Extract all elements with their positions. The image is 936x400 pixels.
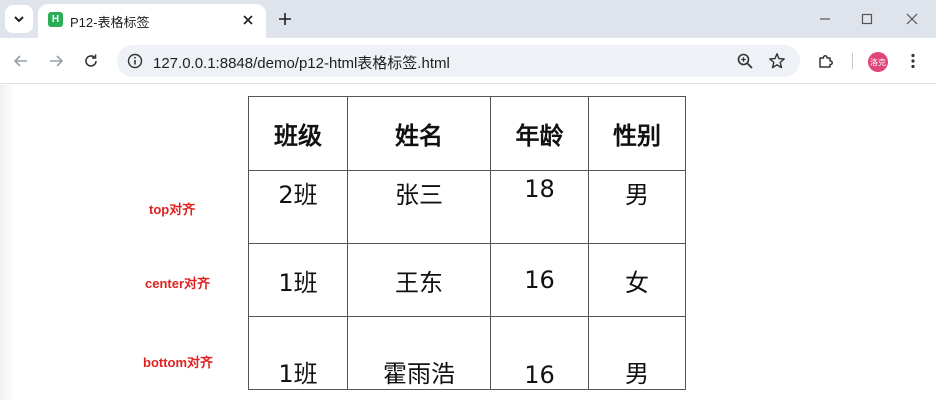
table-row: 2班 张三 18 男 — [248, 170, 686, 244]
table-row: 1班 霍雨浩 16 男 — [248, 316, 686, 390]
cell-class: 1班 — [248, 316, 348, 390]
active-tab[interactable]: H P12-表格标签 — [38, 4, 266, 38]
profile-avatar[interactable]: 洛克 — [868, 52, 888, 72]
tab-close-button[interactable] — [240, 12, 256, 28]
note-center-align: center对齐 — [145, 276, 211, 291]
browser-toolbar: 127.0.0.1:8848/demo/p12-html表格标签.html 洛克 — [0, 38, 936, 84]
minimize-icon — [820, 18, 830, 20]
cell-class: 2班 — [248, 170, 348, 244]
zoom-icon[interactable] — [736, 52, 754, 70]
hbuilder-favicon-icon: H — [48, 12, 63, 27]
note-bottom-align: bottom对齐 — [143, 355, 214, 370]
table-header-row: 班级 姓名 年龄 性别 — [248, 96, 686, 171]
cell-age: 16 — [490, 243, 589, 317]
extensions-button[interactable] — [816, 51, 836, 71]
cell-gender: 女 — [588, 243, 686, 317]
arrow-left-icon — [13, 55, 27, 67]
tab-strip: H P12-表格标签 — [0, 0, 936, 38]
window-close-button[interactable] — [902, 9, 922, 29]
bookmark-star-icon[interactable] — [768, 52, 786, 70]
forward-button[interactable] — [46, 51, 66, 71]
more-vertical-icon — [911, 53, 915, 69]
site-info-icon[interactable] — [127, 53, 143, 69]
cell-gender: 男 — [588, 170, 686, 244]
toolbar-divider — [852, 53, 853, 69]
tab-search-button[interactable] — [5, 5, 33, 33]
maximize-button[interactable] — [857, 9, 877, 29]
cell-name: 张三 — [347, 170, 491, 244]
chevron-down-icon — [14, 16, 24, 23]
address-bar[interactable]: 127.0.0.1:8848/demo/p12-html表格标签.html — [117, 45, 800, 77]
plus-icon — [279, 13, 291, 25]
header-gender: 性别 — [588, 96, 686, 171]
student-table: 班级 姓名 年龄 性别 2班 张三 18 男 1班 王东 16 女 1班 霍雨浩… — [248, 96, 686, 390]
cell-class: 1班 — [248, 243, 348, 317]
browser-menu-button[interactable] — [903, 51, 923, 71]
minimize-button[interactable] — [815, 9, 835, 29]
header-class: 班级 — [248, 96, 348, 171]
cell-name: 霍雨浩 — [347, 316, 491, 390]
header-name: 姓名 — [347, 96, 491, 171]
note-top-align: top对齐 — [149, 202, 196, 217]
puzzle-icon — [819, 55, 833, 68]
close-icon — [243, 15, 253, 25]
url-text[interactable]: 127.0.0.1:8848/demo/p12-html表格标签.html — [153, 52, 450, 73]
reload-button[interactable] — [81, 51, 101, 71]
table-row: 1班 王东 16 女 — [248, 243, 686, 317]
viewport-edge-shadow — [0, 85, 14, 400]
arrow-right-icon — [50, 55, 64, 67]
reload-icon — [85, 54, 97, 67]
cell-name: 王东 — [347, 243, 491, 317]
back-button[interactable] — [11, 51, 31, 71]
close-icon — [906, 13, 918, 25]
new-tab-button[interactable] — [275, 9, 295, 29]
header-age: 年龄 — [490, 96, 589, 171]
maximize-icon — [861, 13, 873, 25]
tab-title: P12-表格标签 — [70, 15, 150, 30]
cell-age: 18 — [490, 170, 589, 244]
cell-gender: 男 — [588, 316, 686, 390]
cell-age: 16 — [490, 316, 589, 390]
